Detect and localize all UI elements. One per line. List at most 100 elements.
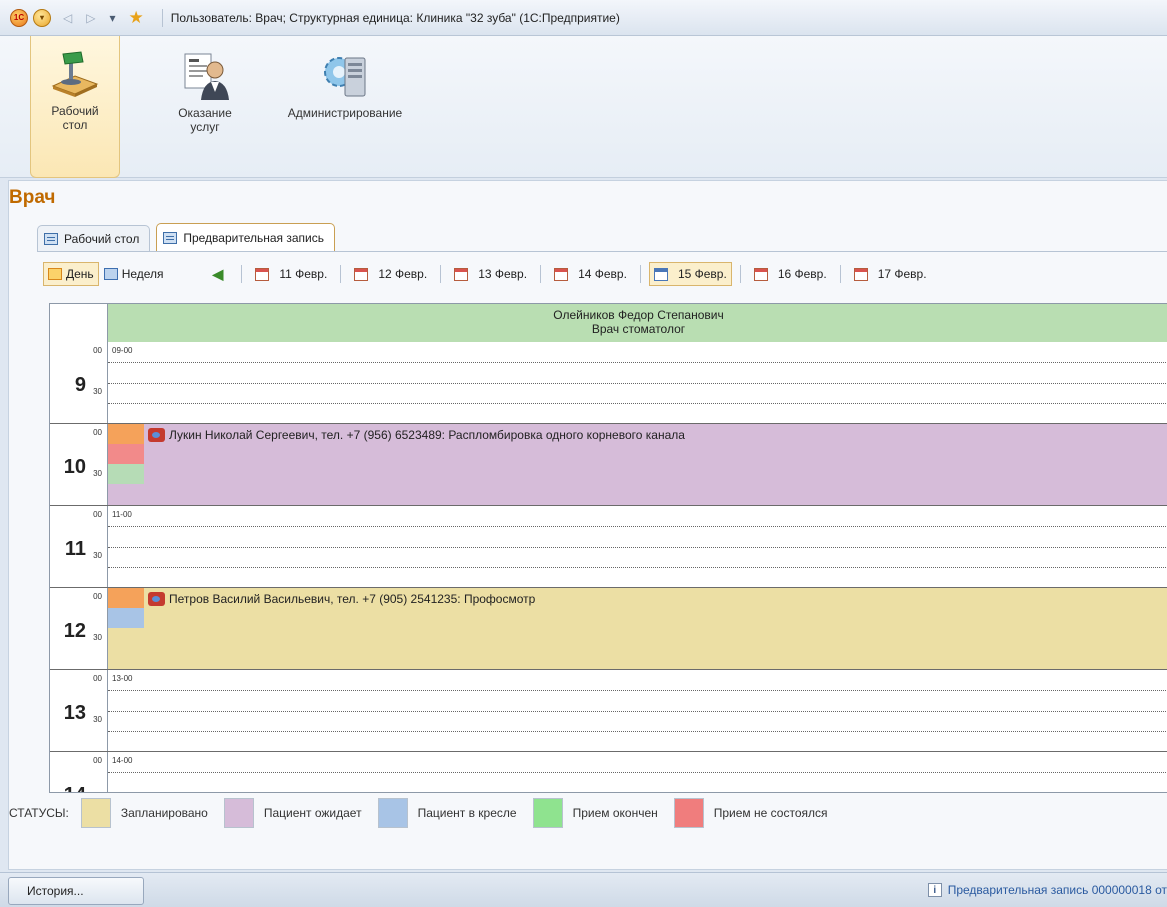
day-button-sat[interactable]: 16 Февр. bbox=[749, 262, 832, 286]
time-slot-row[interactable]: 14-00 bbox=[108, 752, 1167, 792]
quarter-line bbox=[108, 567, 1167, 568]
day-button-wed[interactable]: 13 Февр. bbox=[449, 262, 532, 286]
back-arrow-icon[interactable]: ◁ bbox=[63, 11, 72, 25]
title-bar: 1С ▾ ◁ ▷ ▾ ★ Пользователь: Врач; Структу… bbox=[0, 0, 1167, 36]
day-button-thu[interactable]: 14 Февр. bbox=[549, 262, 632, 286]
doctor-role: Врач стоматолог bbox=[591, 322, 686, 336]
tab-appointments[interactable]: Предварительная запись bbox=[156, 223, 335, 251]
quarter-line bbox=[108, 403, 1167, 404]
separator bbox=[639, 265, 641, 283]
info-icon: i bbox=[927, 883, 942, 897]
calendar-day-icon bbox=[653, 267, 668, 281]
section-desktop[interactable]: Рабочий стол bbox=[30, 36, 120, 178]
legend-label: Запланировано bbox=[120, 806, 208, 820]
section-desktop-label-1: Рабочий bbox=[51, 104, 99, 118]
status-strip bbox=[108, 424, 144, 444]
separator bbox=[241, 265, 243, 283]
status-strip bbox=[108, 444, 144, 464]
legend-swatch-planned bbox=[80, 798, 111, 828]
separator bbox=[440, 265, 442, 283]
calendar-day-icon bbox=[853, 267, 868, 281]
day-view-label: День bbox=[66, 267, 94, 281]
favorites-star-icon[interactable]: ★ bbox=[129, 8, 144, 28]
server-gear-icon bbox=[324, 57, 366, 97]
desktop-tab-icon bbox=[44, 232, 58, 245]
day-label: 13 Февр. bbox=[478, 267, 528, 281]
tab-desktop[interactable]: Рабочий стол bbox=[37, 225, 151, 251]
day-button-fri[interactable]: 15 Февр. bbox=[648, 262, 732, 286]
time-slot-row[interactable]: 09-00 bbox=[108, 342, 1167, 424]
page-title: Врач bbox=[9, 187, 56, 208]
minute-label: 00 bbox=[93, 756, 102, 765]
day-label: 17 Февр. bbox=[877, 267, 927, 281]
status-strips bbox=[108, 424, 144, 484]
doctor-column-header[interactable]: Олейников Федор Степанович Врач стоматол… bbox=[108, 304, 1167, 342]
quarter-line bbox=[108, 362, 1167, 363]
quarter-line bbox=[108, 526, 1167, 527]
go-to-date-icon[interactable]: ◀ bbox=[213, 266, 224, 283]
week-view-icon bbox=[103, 268, 118, 280]
hour-cell: 00 13 30 bbox=[50, 670, 108, 752]
separator bbox=[161, 8, 163, 27]
content-area: Врач Рабочий стол Предварительная запись… bbox=[8, 180, 1167, 870]
half-hour-line bbox=[108, 547, 1167, 548]
quarter-line bbox=[108, 731, 1167, 732]
history-dropdown-icon[interactable]: ▾ bbox=[109, 11, 115, 25]
minute-label: 30 bbox=[93, 715, 102, 724]
phone-icon bbox=[148, 592, 165, 606]
document-link[interactable]: i Предварительная запись 000000018 от bbox=[927, 883, 1167, 897]
tab-appointments-label: Предварительная запись bbox=[183, 230, 324, 245]
hour-cell: 00 9 30 bbox=[50, 342, 108, 424]
appointment-block[interactable]: Петров Василий Васильевич, тел. +7 (905)… bbox=[108, 588, 1167, 670]
tab-divider bbox=[37, 251, 1167, 252]
slot-time-label: 14-00 bbox=[112, 756, 133, 765]
schedule-grid: Олейников Федор Степанович Врач стоматол… bbox=[49, 303, 1167, 793]
forward-arrow-icon[interactable]: ▷ bbox=[86, 11, 95, 25]
status-strips bbox=[108, 588, 144, 628]
section-services-label-2: услуг bbox=[190, 120, 220, 134]
document-link-text: Предварительная запись 000000018 от bbox=[947, 883, 1167, 897]
legend-label: Прием не состоялся bbox=[713, 806, 828, 820]
legend-label: Пациент ожидает bbox=[263, 806, 362, 820]
app-logo-icon[interactable]: 1С bbox=[10, 8, 28, 27]
main-menu-icon[interactable]: ▾ bbox=[33, 8, 51, 27]
time-slot-row[interactable]: 11-00 bbox=[108, 506, 1167, 588]
day-button-sun[interactable]: 17 Февр. bbox=[849, 262, 932, 286]
time-column: 00 9 30 00 10 30 00 11 30 00 12 30 00 13 bbox=[50, 342, 108, 792]
hour-cell: 00 12 30 bbox=[50, 588, 108, 670]
day-label: 12 Февр. bbox=[378, 267, 428, 281]
section-services[interactable]: Оказание услуг bbox=[160, 36, 250, 178]
minute-label: 00 bbox=[93, 346, 102, 355]
day-button-mon[interactable]: 11 Февр. bbox=[250, 262, 332, 286]
hour-cell: 00 11 30 bbox=[50, 506, 108, 588]
day-view-button[interactable]: День bbox=[43, 262, 99, 286]
desk-lamp-icon bbox=[51, 51, 99, 97]
schedule-toolbar: День Неделя ◀ 11 Февр. 12 Февр. 13 Февр.… bbox=[43, 259, 932, 289]
slot-time-label: 13-00 bbox=[112, 674, 133, 683]
separator bbox=[540, 265, 542, 283]
status-legend: СТАТУСЫ: Запланировано Пациент ожидает П… bbox=[9, 795, 844, 831]
day-button-tue[interactable]: 12 Февр. bbox=[349, 262, 432, 286]
half-hour-line bbox=[108, 383, 1167, 384]
section-administration-label: Администрирование bbox=[287, 106, 403, 120]
minute-label: 30 bbox=[93, 633, 102, 642]
minute-label: 00 bbox=[93, 428, 102, 437]
legend-swatch-waiting bbox=[223, 798, 254, 828]
status-strip bbox=[108, 588, 144, 608]
legend-swatch-finished bbox=[532, 798, 563, 828]
hour-label: 14 bbox=[64, 784, 86, 792]
appointment-info: Лукин Николай Сергеевич, тел. +7 (956) 6… bbox=[148, 428, 685, 442]
status-strip bbox=[108, 464, 144, 484]
minute-label: 30 bbox=[93, 469, 102, 478]
phone-icon bbox=[148, 428, 165, 442]
day-view-icon bbox=[48, 268, 62, 280]
calendar-day-icon bbox=[354, 267, 369, 281]
appointment-block[interactable]: Лукин Николай Сергеевич, тел. +7 (956) 6… bbox=[108, 424, 1167, 506]
quarter-line bbox=[108, 772, 1167, 773]
section-administration[interactable]: Администрирование bbox=[280, 36, 410, 178]
week-view-button[interactable]: Неделя bbox=[99, 262, 169, 286]
window-title: Пользователь: Врач; Структурная единица:… bbox=[170, 10, 620, 25]
history-button[interactable]: История... bbox=[8, 877, 144, 905]
time-slot-row[interactable]: 13-00 bbox=[108, 670, 1167, 752]
calendar-tab-icon bbox=[163, 231, 178, 244]
